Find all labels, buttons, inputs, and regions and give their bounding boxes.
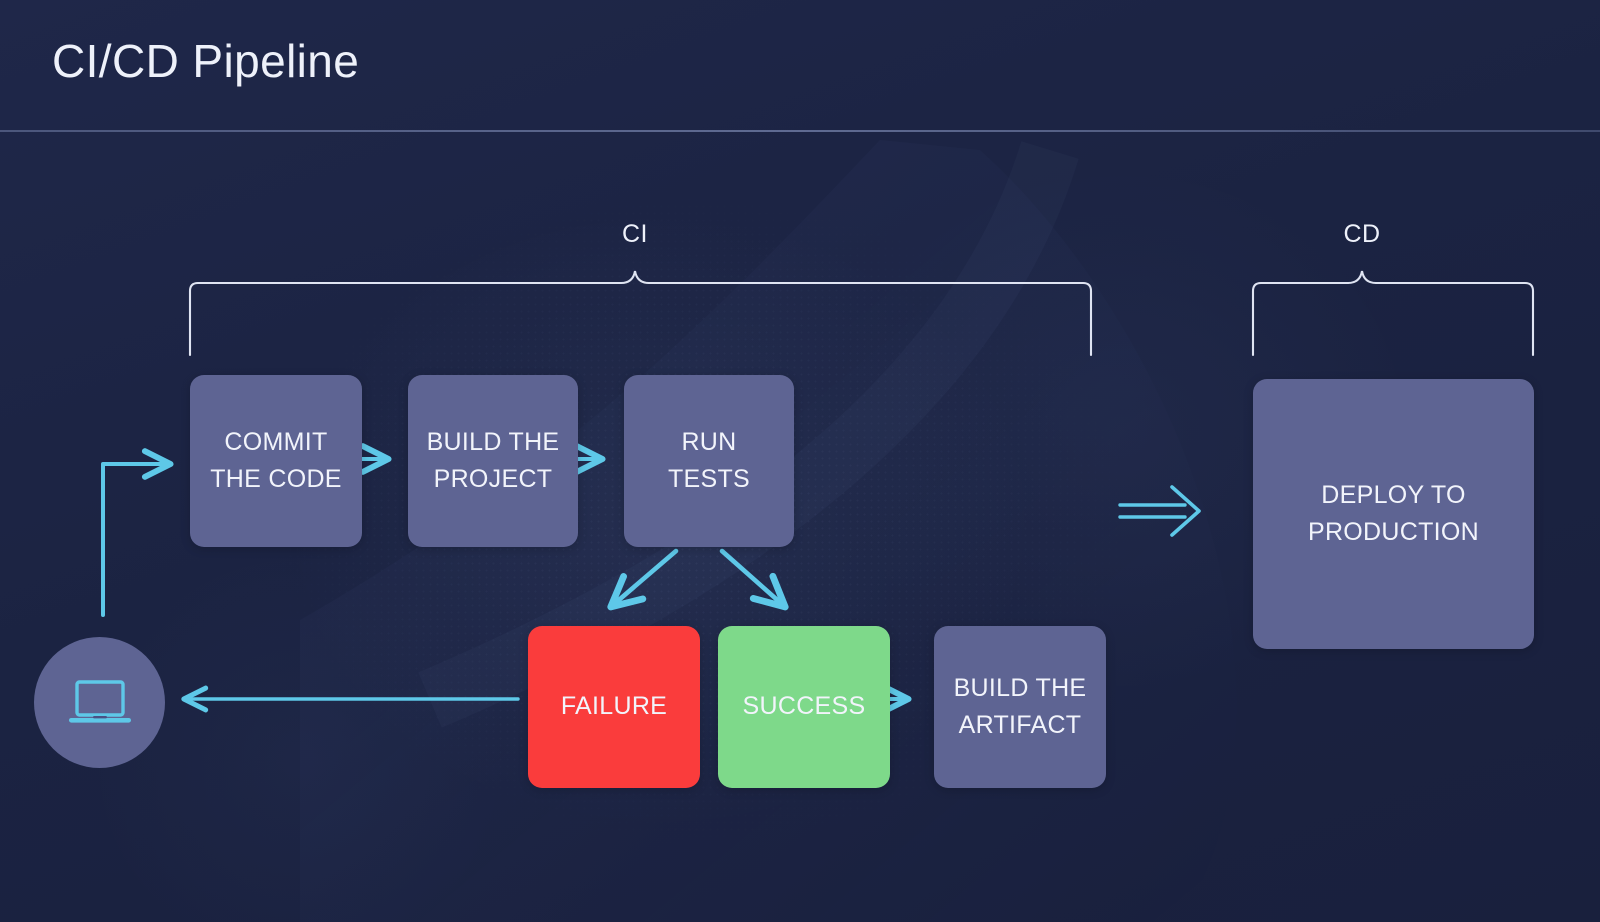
pipeline-diagram: CI CD COMMIT THE CODE BUILD THE PROJECT …: [0, 131, 1600, 922]
node-deploy-to-production[interactable]: DEPLOY TO PRODUCTION: [1253, 379, 1534, 649]
page-title: CI/CD Pipeline: [52, 35, 360, 87]
node-test-label-line1: RUN: [681, 427, 737, 456]
edge-artifact-to-deploy: [1118, 485, 1201, 537]
node-build-the-artifact[interactable]: BUILD THE ARTIFACT: [934, 626, 1106, 788]
developer-laptop-node[interactable]: [34, 637, 165, 768]
node-artifact-label-line2: ARTIFACT: [958, 711, 1082, 739]
node-failure-label: FAILURE: [560, 692, 668, 721]
brace-cd: [1251, 270, 1535, 357]
node-build-label-line2: PROJECT: [433, 465, 553, 493]
edge-test-to-success: [719, 548, 789, 611]
group-label-cd: CD: [1343, 220, 1381, 248]
brace-ci: [188, 270, 1093, 357]
node-build-label-line1: BUILD THE: [426, 427, 560, 456]
node-build-the-project[interactable]: BUILD THE PROJECT: [408, 375, 578, 547]
header-bar: CI/CD Pipeline: [0, 0, 1600, 132]
node-commit-the-code[interactable]: COMMIT THE CODE: [190, 375, 362, 547]
edge-developer-to-commit: [101, 448, 174, 617]
node-success-label: SUCCESS: [742, 692, 866, 721]
edge-test-to-failure: [607, 548, 679, 611]
node-commit-label-line2: THE CODE: [210, 465, 342, 493]
node-failure[interactable]: FAILURE: [528, 626, 700, 788]
node-run-tests[interactable]: RUN TESTS: [624, 375, 794, 547]
group-label-ci: CI: [622, 220, 648, 248]
node-success[interactable]: SUCCESS: [718, 626, 890, 788]
node-deploy-label-line2: PRODUCTION: [1307, 518, 1480, 546]
node-test-label-line2: TESTS: [667, 465, 751, 493]
node-artifact-label-line1: BUILD THE: [953, 673, 1087, 702]
laptop-icon: [68, 679, 131, 723]
node-deploy-label-line1: DEPLOY TO: [1321, 480, 1466, 509]
node-commit-label-line1: COMMIT: [224, 427, 328, 456]
